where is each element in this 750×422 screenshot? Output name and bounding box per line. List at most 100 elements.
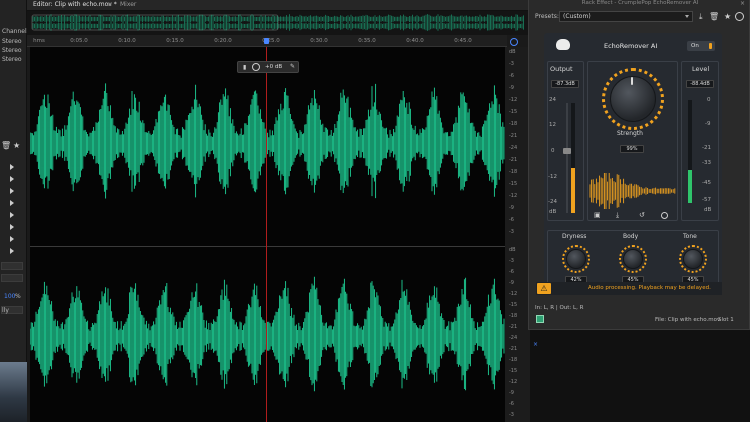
db-scale-tick: dB [509,49,516,55]
db-scale-tick: -15 [509,109,518,115]
save-preset-icon[interactable]: ⤓ [699,12,703,22]
db-scale-tick: -15 [509,181,518,187]
zoom-unit: % [15,293,21,300]
fit-dropdown-label: lly [2,307,9,314]
zoom-value[interactable]: 100 [4,293,15,300]
plugin-name: EchoRemover AI [604,42,658,50]
power-status-indicator[interactable] [536,315,544,323]
db-scale-tick: -12 [509,291,518,297]
db-scale-tick: -18 [509,357,518,363]
level-scale-tick: 0 [707,97,711,103]
presets-dropdown[interactable]: (Custom) [559,11,693,22]
hud-volume-control[interactable]: ▮ +0 dB ✎ [237,61,299,73]
ruler-unit: hms [33,38,45,44]
overview-waveform-svg [31,14,524,31]
db-scale-tick: -3 [509,258,514,264]
expand-chevron-icon[interactable] [10,248,14,254]
presets-value: (Custom) [563,13,591,20]
star-icon[interactable]: ★ [13,141,20,150]
overview-waveform[interactable] [27,11,530,35]
expand-chevron-icon[interactable] [10,176,14,182]
output-scale-unit: dB [549,209,557,215]
stereo-item[interactable]: Stereo [2,38,22,45]
level-scale-tick: -33 [702,160,711,166]
tab-editor[interactable]: Editor: Clip with echo.mov * [33,1,117,8]
output-fader-handle[interactable] [563,148,571,154]
power-toggle[interactable]: On [687,41,715,51]
expand-chevron-icon[interactable] [10,164,14,170]
delete-preset-icon[interactable]: 🗑 [709,12,719,21]
expand-chevron-icon[interactable] [10,188,14,194]
info-icon[interactable] [661,212,668,219]
crumplepop-logo-icon [556,39,570,50]
tab-menu-icon[interactable]: ≡ [107,1,112,8]
spectrum-display [589,173,676,209]
volume-knob-icon[interactable] [252,63,260,71]
channels-header: Channels [2,28,30,35]
expand-chevron-icon[interactable] [10,212,14,218]
ruler-tick-label: 0:20.0 [214,38,232,44]
download-icon[interactable]: ⤓ [616,211,619,220]
close-small-icon[interactable]: × [533,341,538,348]
ruler-tick-label: 0:45.0 [454,38,472,44]
waveform-area[interactable] [30,47,505,422]
dryness-knob[interactable] [566,249,586,269]
stereo-item[interactable]: Stereo [2,47,22,54]
dryness-label: Dryness [562,233,587,240]
output-scale-tick: -12 [548,174,557,180]
app-window: Channels Stereo Stereo Stereo 🗑 ★ 100 % … [0,0,750,422]
tone-knob[interactable] [683,249,703,269]
reset-icon[interactable]: ↺ [639,211,645,219]
left-panel: Channels Stereo Stereo Stereo 🗑 ★ 100 % … [0,0,30,422]
tone-label: Tone [683,233,697,240]
pin-icon[interactable]: ✎ [290,63,295,70]
stereo-item[interactable]: Stereo [2,56,22,63]
level-label: Level [692,65,710,73]
presets-bar: Presets: (Custom) ⤓ 🗑 ★ [532,11,748,23]
level-meter-fill [688,170,692,203]
amplitude-scale: dB -3 -6 -9 -12 -15 -18 -21 -24 -21 -18 -15 -12 -9 -6 -… [505,47,530,422]
db-scale-tick: -9 [509,85,514,91]
level-meter [688,100,692,203]
save-icon[interactable]: ▣ [594,211,601,219]
db-scale-tick: -6 [509,73,514,79]
level-scale-tick: -9 [705,121,711,127]
favorite-star-icon[interactable]: ★ [724,12,731,21]
trash-icon[interactable]: 🗑 [1,141,11,150]
output-fader-track[interactable] [566,103,568,213]
expand-chevron-icon[interactable] [10,236,14,242]
db-scale-tick: -21 [509,346,518,352]
playhead-handle[interactable] [264,38,269,44]
db-scale-tick: -3 [509,229,514,235]
db-scale-tick: -12 [509,379,518,385]
power-icon[interactable] [735,12,744,21]
level-scale-unit: dB [704,207,712,213]
io-routing-label: In: L, R | Out: L, R [535,305,584,311]
level-bars-icon: ▮ [243,64,247,71]
strength-knob[interactable] [610,76,656,122]
param-field[interactable] [1,262,23,270]
expand-chevron-icon[interactable] [10,200,14,206]
warning-bar: ⚠ Audio processing. Playback may be dela… [536,282,722,295]
expand-chevron-icon[interactable] [10,224,14,230]
waveform-svg [30,83,505,392]
output-scale-tick: 24 [549,97,556,103]
hud-gain-value[interactable]: +0 dB [265,64,282,70]
file-label: File: Clip with echo.mov [655,317,721,323]
close-icon[interactable]: × [740,0,745,7]
db-scale-tick: -18 [509,313,518,319]
body-knob[interactable] [623,249,643,269]
chevron-down-icon [685,15,689,18]
param-field[interactable] [1,274,23,282]
db-scale-tick: -18 [509,169,518,175]
level-readout[interactable]: -88.4dB [686,80,714,88]
output-meter-fill [571,168,575,213]
output-readout[interactable]: -87.3dB [551,80,579,88]
db-scale-tick: dB [509,247,516,253]
strength-readout[interactable]: 99% [620,145,644,153]
zoom-icon[interactable] [510,38,518,46]
ruler-tick-label: 0:15.0 [166,38,184,44]
slot-label: Slot 1 [718,317,734,323]
level-scale-tick: -57 [702,197,711,203]
tab-mixer[interactable]: Mixer [120,1,136,8]
